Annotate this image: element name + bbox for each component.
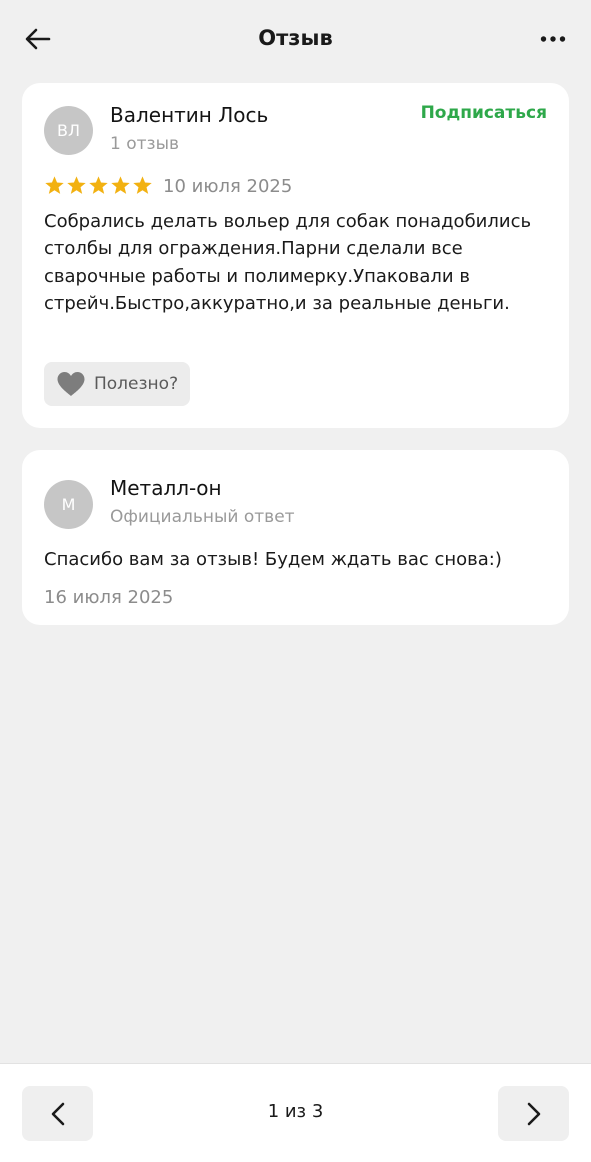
page-title: Отзыв xyxy=(258,26,333,50)
heart-icon xyxy=(57,372,85,396)
useful-label: Полезно? xyxy=(94,374,179,394)
avatar[interactable]: ВЛ xyxy=(44,106,93,155)
avatar[interactable]: М xyxy=(44,480,93,529)
pager-bar: 1 из 3 xyxy=(0,1063,591,1162)
useful-button[interactable]: Полезно? xyxy=(44,362,191,406)
star-icon xyxy=(133,176,152,194)
review-date: 10 июля 2025 xyxy=(163,176,293,197)
reply-author-name[interactable]: Металл-он xyxy=(110,475,222,501)
author-review-count: 1 отзыв xyxy=(110,134,180,154)
chevron-right-icon xyxy=(527,1102,540,1125)
star-icon xyxy=(45,176,64,194)
reply-date: 16 июля 2025 xyxy=(44,587,174,608)
subscribe-button[interactable]: Подписаться xyxy=(421,101,547,125)
star-icon xyxy=(89,176,108,194)
reply-text: Спасибо вам за отзыв! Будем ждать вас сн… xyxy=(44,549,502,570)
author-name[interactable]: Валентин Лось xyxy=(110,102,268,128)
review-text: Собрались делать вольер для собак понадо… xyxy=(44,211,532,314)
more-button[interactable] xyxy=(537,26,569,52)
top-bar: Отзыв xyxy=(0,0,591,76)
star-icon xyxy=(67,176,86,194)
next-button[interactable] xyxy=(498,1086,569,1141)
rating-stars xyxy=(44,175,153,196)
star-icon xyxy=(111,176,130,194)
more-horizontal-icon xyxy=(540,36,566,42)
reply-card: М Металл-он Официальный ответ Спасибо ва… xyxy=(22,450,569,625)
review-card: ВЛ Валентин Лось 1 отзыв Подписаться 10 … xyxy=(22,83,569,428)
official-reply-label: Официальный ответ xyxy=(110,507,295,527)
